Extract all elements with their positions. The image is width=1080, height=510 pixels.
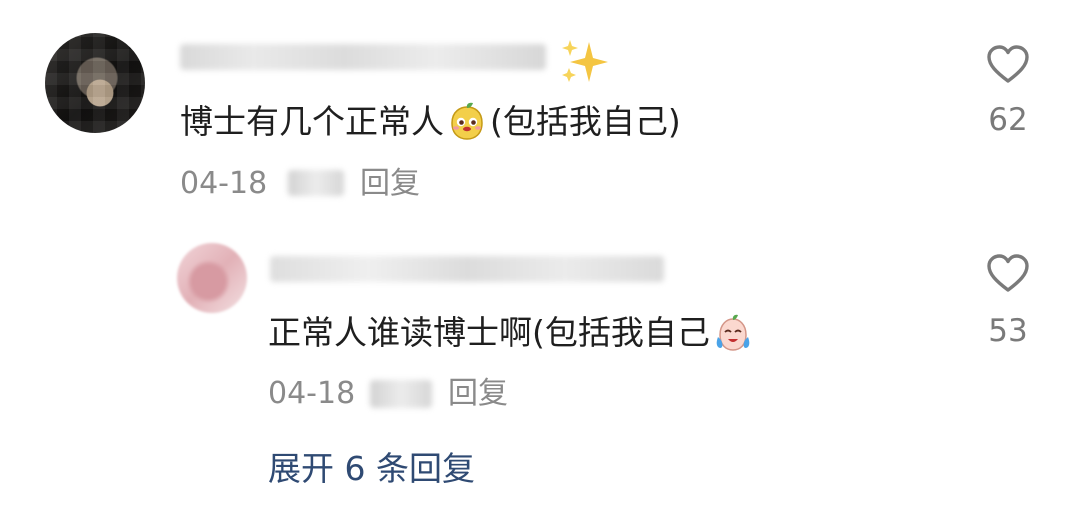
reply-reply-button[interactable]: 回复 (448, 376, 508, 412)
reply-button[interactable]: 回复 (360, 166, 420, 202)
crying-face-emoji-icon (716, 314, 750, 351)
expand-replies-button[interactable]: 展开 6 条回复 (268, 449, 475, 489)
comment-text-part: (包括我自己) (490, 102, 681, 141)
reply-username-blurred[interactable] (270, 256, 664, 282)
reply-like-count: 53 (988, 313, 1028, 349)
heart-icon[interactable] (985, 43, 1031, 85)
like-count: 62 (988, 102, 1028, 138)
location-blurred (288, 170, 344, 196)
sparkles-icon (562, 40, 608, 82)
comment-text: 博士有几个正常人 (包括我自己) (180, 101, 681, 143)
reply-avatar[interactable] (177, 243, 247, 313)
reply-date: 04-18 (268, 376, 356, 411)
reply-text: 正常人谁读博士啊(包括我自己 (268, 312, 756, 354)
fruit-face-emoji-icon (451, 102, 483, 140)
comment-date: 04-18 (180, 166, 268, 201)
username-blurred[interactable] (180, 44, 546, 70)
reply-text-part: 正常人谁读博士啊(包括我自己 (268, 313, 710, 352)
comment-text-part: 博士有几个正常人 (180, 102, 444, 141)
reply-location-blurred (370, 380, 432, 408)
avatar[interactable] (45, 33, 145, 133)
heart-icon[interactable] (985, 252, 1031, 294)
